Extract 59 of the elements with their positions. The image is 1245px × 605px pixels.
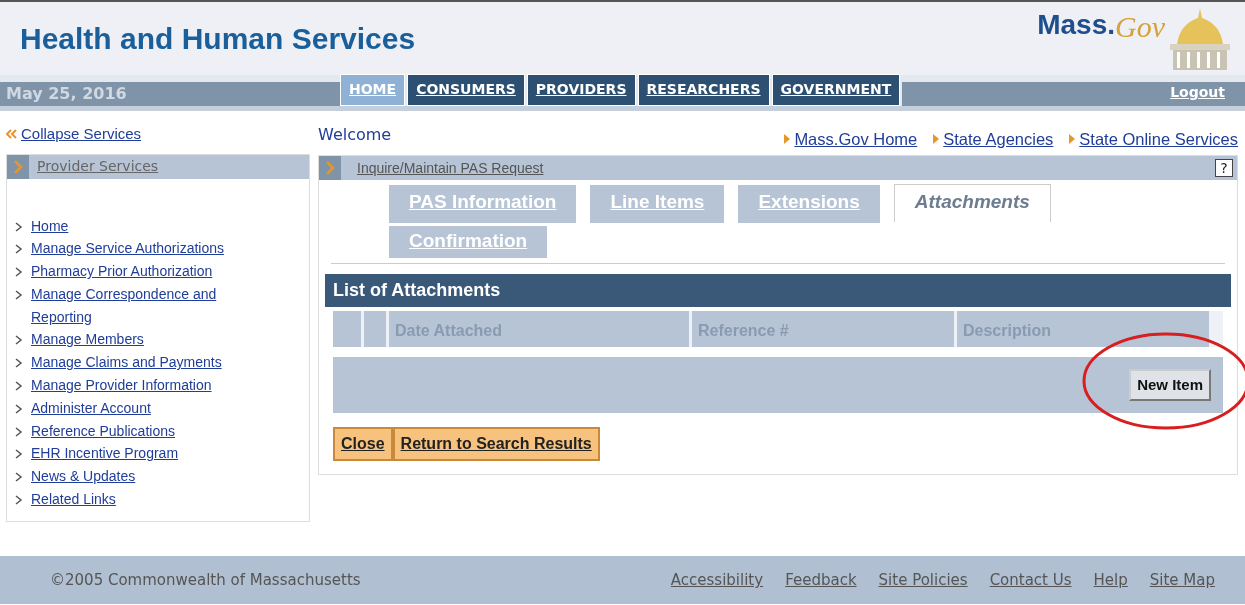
new-item-button[interactable]: New Item bbox=[1129, 368, 1211, 402]
sidebar-link[interactable]: Manage Members bbox=[31, 328, 271, 352]
top-link[interactable]: Mass.Gov Home bbox=[794, 126, 918, 152]
help-button[interactable]: ? bbox=[1215, 159, 1233, 177]
footer-link[interactable]: Accessibility bbox=[670, 571, 764, 589]
sidebar-link[interactable]: Home bbox=[31, 214, 271, 238]
footer-link[interactable]: Site Map bbox=[1149, 571, 1215, 589]
welcome-text: Welcome bbox=[318, 124, 392, 146]
sidebar-link[interactable]: Manage Provider Information bbox=[31, 374, 271, 397]
sidebar-link[interactable]: Manage Correspondence and Reporting bbox=[31, 282, 271, 329]
chevron-icon bbox=[15, 381, 23, 392]
sidebar-link[interactable]: EHR Incentive Program bbox=[31, 442, 271, 466]
panel-title: List of Attachments bbox=[325, 274, 1231, 307]
sidebar-link[interactable]: Manage Claims and Payments bbox=[31, 351, 271, 375]
chevron-icon bbox=[15, 495, 23, 506]
action-button[interactable]: Close bbox=[333, 427, 393, 461]
footer-link[interactable]: Feedback bbox=[785, 571, 857, 589]
logo-script-text: Gov bbox=[1115, 8, 1165, 45]
table-header-cell bbox=[333, 311, 361, 347]
chevron-icon bbox=[15, 403, 23, 414]
nav-tab[interactable]: GOVERNMENT bbox=[771, 74, 901, 106]
sidebar-link[interactable]: Administer Account bbox=[31, 396, 271, 420]
chevron-icon bbox=[15, 335, 23, 346]
triangle-icon bbox=[784, 134, 791, 144]
chevron-icon bbox=[15, 358, 23, 369]
sidebar-link[interactable]: Manage Service Authorizations bbox=[31, 237, 271, 261]
chevron-icon bbox=[15, 221, 23, 232]
nav-tab[interactable]: PROVIDERS bbox=[526, 74, 636, 106]
page-title-link[interactable]: Inquire/Maintain PAS Request bbox=[357, 157, 1215, 179]
chevron-icon bbox=[13, 159, 23, 174]
chevron-icon bbox=[15, 449, 23, 460]
footer-link[interactable]: Site Policies bbox=[878, 571, 968, 589]
double-chevron-icon bbox=[6, 129, 18, 140]
footer-link[interactable]: Contact Us bbox=[989, 571, 1072, 589]
collapse-link[interactable]: Collapse Services bbox=[21, 123, 142, 146]
nav-tab[interactable]: CONSUMERS bbox=[407, 74, 525, 106]
chevron-icon bbox=[15, 289, 23, 300]
sidebar-link[interactable]: Related Links bbox=[31, 488, 271, 511]
logo-text: Mass. bbox=[1037, 7, 1115, 42]
top-link[interactable]: State Agencies bbox=[943, 126, 1054, 152]
triangle-icon bbox=[1069, 134, 1076, 144]
sidebar-link[interactable]: Reference Publications bbox=[31, 419, 271, 443]
chevron-icon bbox=[15, 267, 23, 278]
action-button[interactable]: Return to Search Results bbox=[392, 427, 600, 461]
footer-link[interactable]: Help bbox=[1093, 571, 1128, 589]
top-link[interactable]: State Online Services bbox=[1079, 126, 1238, 152]
chevron-icon bbox=[325, 161, 335, 175]
chevron-icon bbox=[15, 426, 23, 437]
sidebar-link[interactable]: Pharmacy Prior Authorization bbox=[31, 260, 271, 283]
chevron-icon bbox=[15, 244, 23, 255]
nav-tab[interactable]: RESEARCHERS bbox=[637, 74, 770, 106]
table-header-cell bbox=[364, 311, 386, 347]
page-tab[interactable]: Attachments bbox=[893, 184, 1051, 222]
sidebar-link[interactable]: News & Updates bbox=[31, 465, 271, 489]
chevron-icon bbox=[15, 472, 23, 483]
site-title: Health and Human Services bbox=[20, 21, 416, 57]
triangle-icon bbox=[933, 134, 940, 144]
date-label: May 25, 2016 bbox=[0, 82, 340, 106]
copyright-text: ©2005 Commonwealth of Massachusetts bbox=[50, 569, 361, 591]
